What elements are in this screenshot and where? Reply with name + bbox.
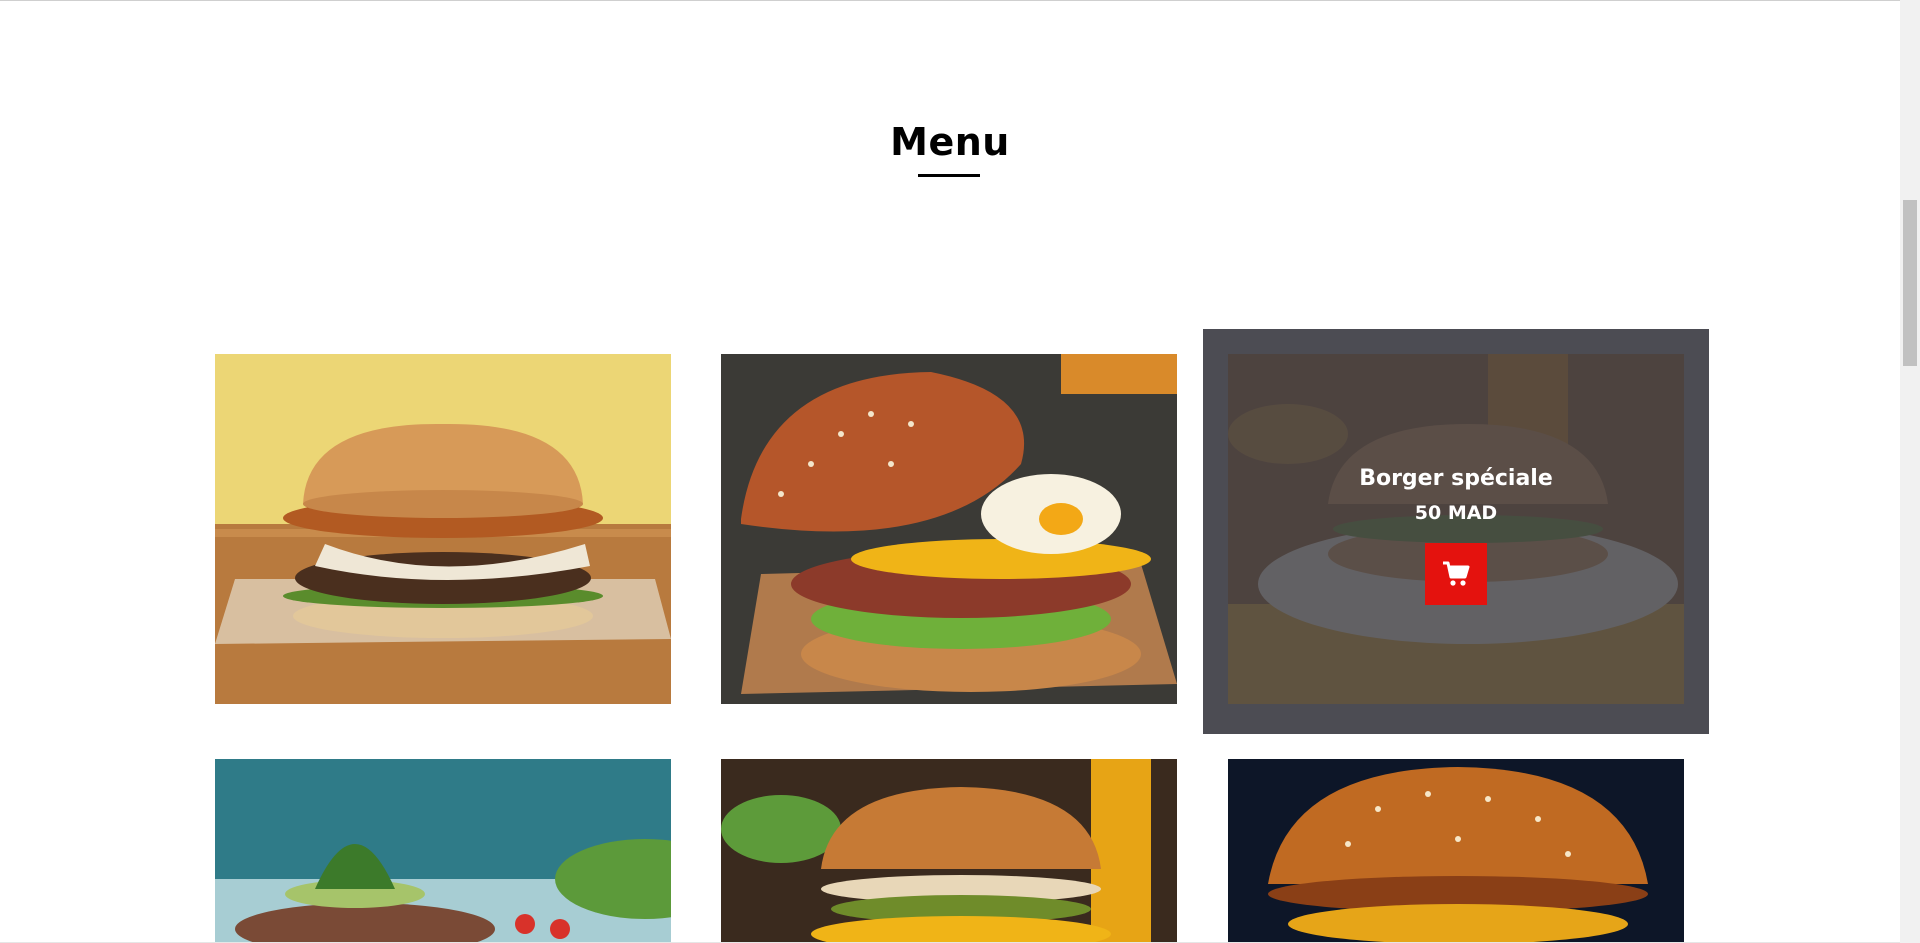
menu-card-3[interactable]: Borger spéciale 50 MAD bbox=[1228, 354, 1684, 704]
burger-image bbox=[1228, 759, 1684, 943]
section-title: Menu bbox=[890, 120, 1010, 164]
menu-card-4[interactable] bbox=[215, 759, 671, 943]
scrollbar-thumb[interactable] bbox=[1903, 200, 1917, 366]
shopping-cart-icon bbox=[1443, 561, 1470, 586]
menu-card-2[interactable] bbox=[721, 354, 1177, 704]
item-name: Borger spéciale bbox=[1359, 466, 1553, 491]
item-price: 50 MAD bbox=[1414, 502, 1498, 524]
add-to-cart-button[interactable] bbox=[1425, 543, 1487, 605]
menu-card-1[interactable] bbox=[215, 354, 671, 704]
menu-card-6[interactable] bbox=[1228, 759, 1684, 943]
burger-image bbox=[721, 759, 1177, 943]
top-border bbox=[0, 0, 1920, 1]
card-hover-overlay bbox=[1228, 354, 1684, 704]
burger-image bbox=[215, 354, 671, 704]
title-underline bbox=[918, 174, 980, 177]
burger-image bbox=[721, 354, 1177, 704]
vertical-scrollbar[interactable] bbox=[1900, 0, 1920, 943]
burger-image bbox=[215, 759, 671, 943]
menu-card-5[interactable] bbox=[721, 759, 1177, 943]
